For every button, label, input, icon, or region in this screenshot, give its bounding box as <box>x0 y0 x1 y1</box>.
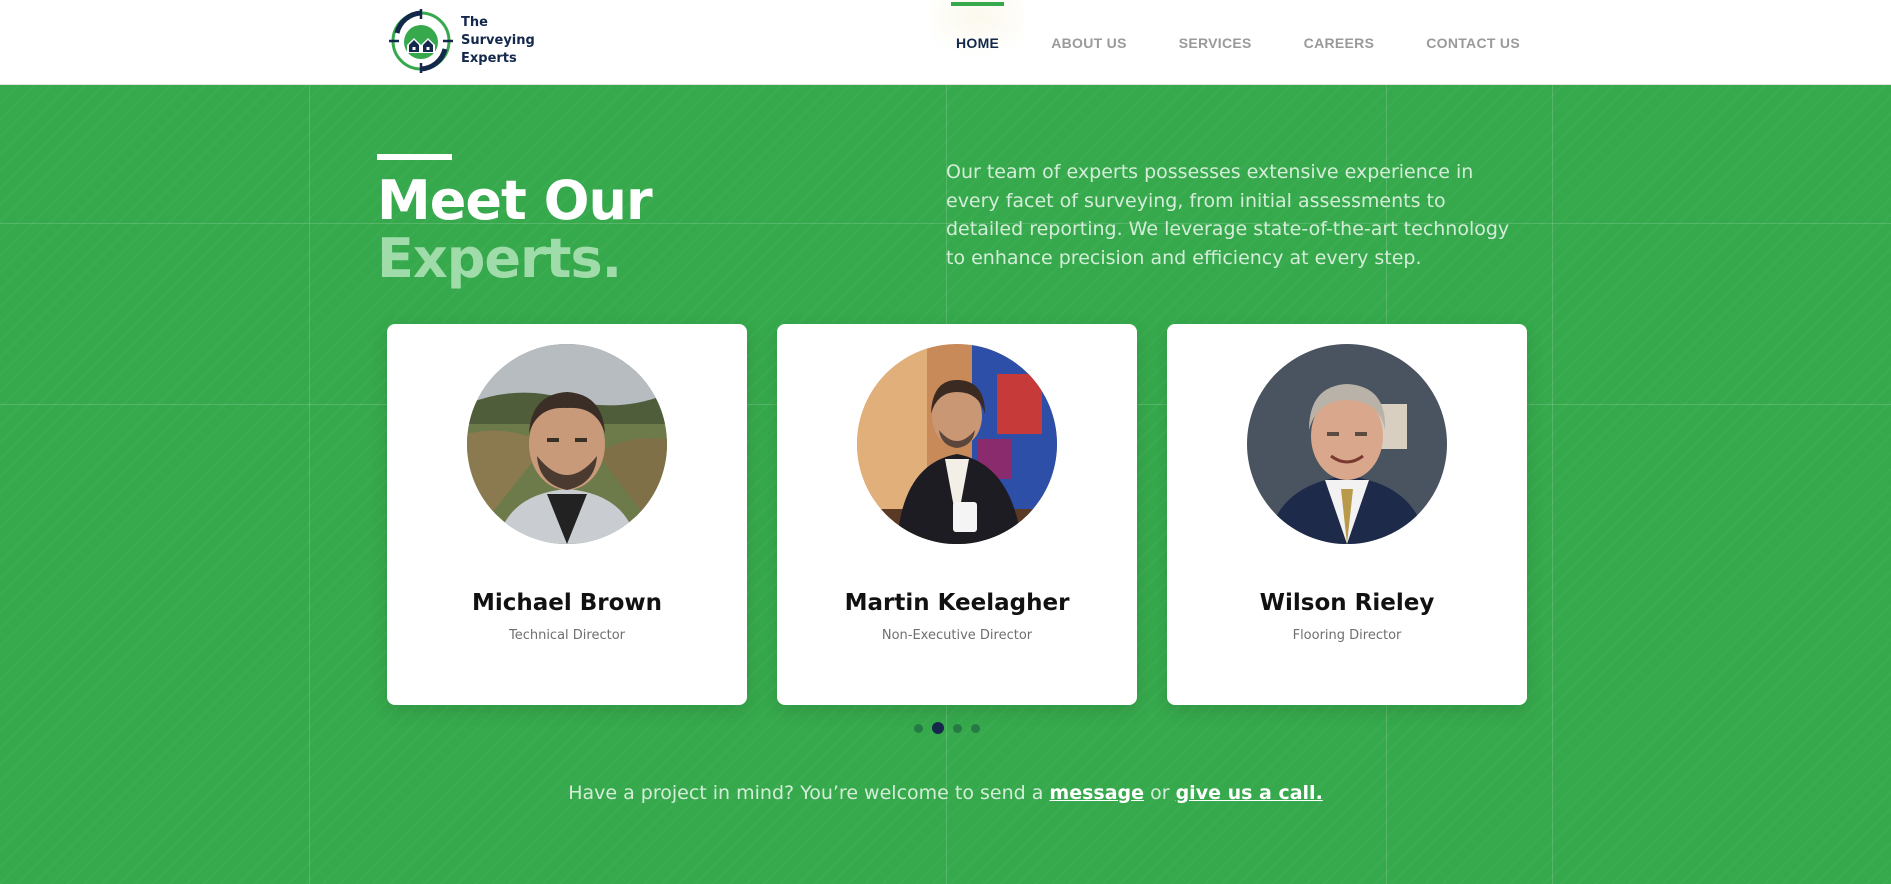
logo-line-1: The <box>461 15 488 30</box>
carousel-dot-3[interactable] <box>953 723 962 733</box>
carousel-dot-1[interactable] <box>914 723 923 733</box>
main-nav: HOME ABOUT US SERVICES CAREERS CONTACT U… <box>930 0 1546 85</box>
nav-about-us[interactable]: ABOUT US <box>1025 0 1153 85</box>
logo-wordmark: The Surveying Experts <box>461 14 535 68</box>
nav-careers[interactable]: CAREERS <box>1278 0 1401 85</box>
section-title-line-1: Meet Our <box>377 169 653 232</box>
portrait-outdoor-man-icon <box>467 344 667 544</box>
logo-line-3: Experts <box>461 51 517 66</box>
team-card: Martin Keelagher Non-Executive Director <box>777 324 1137 705</box>
nav-home[interactable]: HOME <box>930 0 1026 85</box>
cta-text: Have a project in mind? You’re welcome t… <box>568 782 1044 804</box>
carousel-dot-2[interactable] <box>932 722 944 734</box>
contact-cta: Have a project in mind? You’re welcome t… <box>0 782 1891 804</box>
team-member-name: Martin Keelagher <box>844 590 1070 616</box>
cta-message-link[interactable]: message <box>1049 782 1144 804</box>
nav-services[interactable]: SERVICES <box>1153 0 1278 85</box>
cta-call-link[interactable]: give us a call. <box>1176 782 1323 804</box>
section-title-line-2: Experts. <box>377 227 622 290</box>
title-accent-bar <box>377 154 452 160</box>
portrait-man-with-mug-icon <box>857 344 1057 544</box>
grid-line <box>1552 85 1553 884</box>
team-member-photo <box>857 344 1057 544</box>
team-member-role: Non-Executive Director <box>881 628 1033 643</box>
carousel-dot-4[interactable] <box>971 723 980 733</box>
team-member-role: Technical Director <box>508 628 626 643</box>
section-intro: Our team of experts possesses extensive … <box>946 161 1510 269</box>
compass-house-logo-icon <box>389 9 453 73</box>
site-header: The Surveying Experts HOME ABOUT US SERV… <box>0 0 1891 85</box>
nav-contact-us[interactable]: CONTACT US <box>1400 0 1546 85</box>
site-logo[interactable]: The Surveying Experts <box>385 5 535 77</box>
cta-or: or <box>1150 782 1170 804</box>
team-member-role: Flooring Director <box>1292 628 1402 643</box>
team-card: Wilson Rieley Flooring Director <box>1167 324 1527 705</box>
team-member-photo <box>1247 344 1447 544</box>
logo-line-2: Surveying <box>461 33 535 48</box>
portrait-man-in-suit-icon <box>1247 344 1447 544</box>
team-card: Michael Brown Technical Director <box>387 324 747 705</box>
team-member-name: Michael Brown <box>471 590 663 616</box>
section-title: Meet Our Experts. <box>377 169 653 290</box>
grid-line <box>309 85 310 884</box>
team-member-name: Wilson Rieley <box>1259 590 1435 616</box>
carousel-pagination <box>914 722 989 734</box>
team-member-photo <box>467 344 667 544</box>
